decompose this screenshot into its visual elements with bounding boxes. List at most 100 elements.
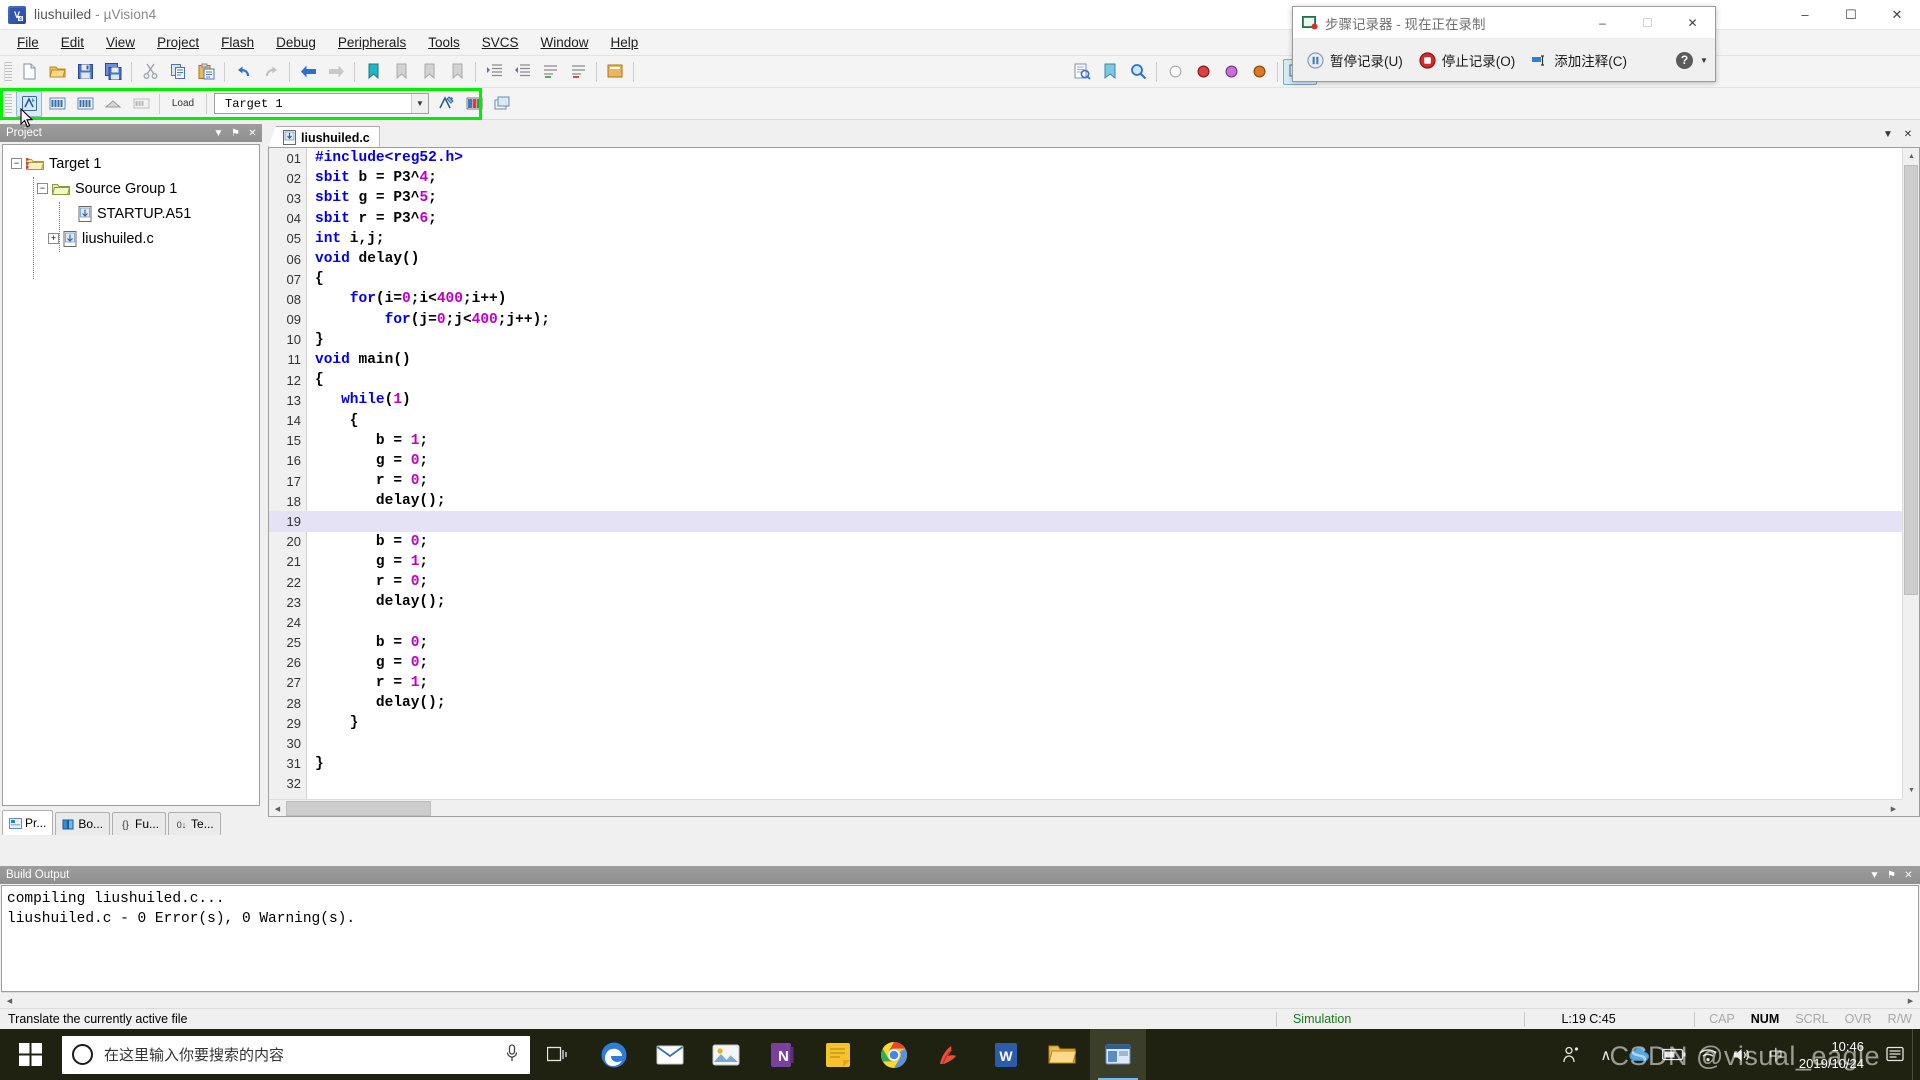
task-view-button[interactable] [530, 1029, 586, 1080]
minimize-button[interactable]: – [1782, 0, 1828, 30]
close-button[interactable]: ✕ [1874, 0, 1920, 30]
menu-file[interactable]: File [6, 32, 50, 53]
build-dropdown-icon[interactable]: ▼ [1867, 868, 1882, 883]
find-in-files-button[interactable] [1069, 59, 1095, 85]
outdent-button[interactable] [509, 59, 535, 85]
forward-button[interactable] [323, 59, 349, 85]
project-tree[interactable]: − Target 1 − Source Group 1 STARTUP.A51 … [2, 144, 260, 806]
find-button[interactable] [1125, 59, 1151, 85]
menu-flash[interactable]: Flash [210, 32, 265, 53]
editor-vertical-scrollbar[interactable]: ▲ ▼ [1902, 148, 1919, 799]
taskbar-app-file-explorer[interactable] [1034, 1029, 1090, 1080]
search-input[interactable]: 在这里输入你要搜索的内容 [62, 1035, 530, 1074]
tree-item-liushuiled-c[interactable]: + liushuiled.c [3, 226, 259, 251]
cut-button[interactable] [137, 59, 163, 85]
taskbar-app-photos[interactable] [698, 1029, 754, 1080]
action-center-icon[interactable] [1878, 1029, 1912, 1080]
maximize-button[interactable]: ☐ [1828, 0, 1874, 30]
copy-button[interactable] [165, 59, 191, 85]
recorder-caret-icon[interactable]: ▼ [1693, 39, 1715, 81]
vertical-scroll-thumb[interactable] [1904, 165, 1918, 595]
toolbar-grip[interactable] [4, 61, 12, 82]
expander-liushuiled-c[interactable]: + [48, 233, 59, 244]
indent-button[interactable] [481, 59, 507, 85]
recorder-close-button[interactable]: ✕ [1670, 7, 1715, 38]
scroll-left-icon[interactable]: ◀ [269, 800, 286, 816]
tab-functions[interactable]: {} Fu... [112, 812, 167, 835]
editor-horizontal-scrollbar[interactable]: ◀ ▶ [269, 799, 1902, 816]
new-file-button[interactable] [16, 59, 42, 85]
taskbar-app-edge[interactable] [586, 1029, 642, 1080]
expander-source-group1[interactable]: − [37, 183, 48, 194]
microphone-icon[interactable] [504, 1043, 520, 1067]
taskbar-app-keil-uvision[interactable] [1090, 1029, 1146, 1080]
pin-icon[interactable]: ⚑ [228, 126, 243, 141]
tree-item-source-group1[interactable]: − Source Group 1 [3, 176, 259, 201]
disable-all-breakpoints-button[interactable] [1246, 59, 1272, 85]
redo-button[interactable] [258, 59, 284, 85]
paste-button[interactable] [193, 59, 219, 85]
menu-project[interactable]: Project [146, 32, 210, 53]
volume-icon[interactable] [1725, 1029, 1759, 1080]
configure-button[interactable] [602, 59, 628, 85]
build-horizontal-scrollbar[interactable]: ◀ ▶ [1, 992, 1919, 1009]
horizontal-scroll-thumb[interactable] [286, 801, 431, 816]
save-all-button[interactable] [100, 59, 126, 85]
menu-svcs[interactable]: SVCS [471, 32, 530, 53]
scroll-right-icon[interactable]: ▶ [1885, 800, 1902, 816]
build-pin-icon[interactable]: ⚑ [1884, 868, 1899, 883]
bookmark-next-button[interactable] [388, 59, 414, 85]
battery-icon[interactable] [1657, 1029, 1691, 1080]
code-editor[interactable]: 01 #include<reg52.h> 02 sbit b = P3^4; 03 sbi… [268, 147, 1920, 817]
open-file-button[interactable] [44, 59, 70, 85]
start-button[interactable] [0, 1029, 60, 1080]
kill-breakpoints-button[interactable] [1190, 59, 1216, 85]
menu-edit[interactable]: Edit [50, 32, 95, 53]
stop-record-button[interactable]: 停止记录(O) [1411, 45, 1524, 75]
auto-hide-dropdown-icon[interactable]: ▼ [211, 126, 226, 141]
taskbar-app-sticky-notes[interactable] [810, 1029, 866, 1080]
manage-multiproject-button[interactable] [489, 91, 515, 117]
tab-templates[interactable]: 0↓ Te... [168, 812, 221, 835]
scroll-up-icon[interactable]: ▲ [1903, 148, 1919, 165]
taskbar-clock[interactable]: 10:46 2019/10/24 [1793, 1029, 1878, 1080]
insert-breakpoint-button[interactable] [1162, 59, 1188, 85]
build-scroll-right-icon[interactable]: ▶ [1902, 992, 1919, 1009]
menu-help[interactable]: Help [600, 32, 650, 53]
bookmark-toggle-button[interactable] [360, 59, 386, 85]
tab-liushuiled-c[interactable]: liushuiled.c [268, 126, 380, 148]
taskbar-app-chrome[interactable] [866, 1029, 922, 1080]
taskbar-app-wps-writer[interactable]: W [978, 1029, 1034, 1080]
build-close-icon[interactable]: ✕ [1901, 868, 1916, 883]
input-method-icon[interactable]: 中 [1759, 1029, 1793, 1080]
menu-window[interactable]: Window [529, 32, 599, 53]
expander-target1[interactable]: − [11, 158, 22, 169]
menu-peripherals[interactable]: Peripherals [327, 32, 417, 53]
onedrive-icon[interactable] [1623, 1029, 1657, 1080]
taskbar-app-music[interactable] [922, 1029, 978, 1080]
save-button[interactable] [72, 59, 98, 85]
bookmark-prev-button[interactable] [416, 59, 442, 85]
tree-item-target1[interactable]: − Target 1 [3, 151, 259, 176]
uncomment-button[interactable] [565, 59, 591, 85]
build-output-text[interactable]: compiling liushuiled.c... liushuiled.c -… [1, 885, 1919, 992]
wifi-icon[interactable] [1691, 1029, 1725, 1080]
recorder-maximize-button[interactable]: ☐ [1625, 7, 1670, 38]
pause-record-button[interactable]: 暂停记录(U) [1299, 45, 1411, 75]
show-hidden-icons-button[interactable]: ∧ [1589, 1029, 1623, 1080]
comment-button[interactable] [537, 59, 563, 85]
bookmark-clear-button[interactable] [444, 59, 470, 85]
close-panel-icon[interactable]: ✕ [245, 126, 260, 141]
back-button[interactable] [295, 59, 321, 85]
add-comment-button[interactable]: 添加注释(C) [1523, 45, 1635, 75]
undo-button[interactable] [230, 59, 256, 85]
tab-project[interactable]: Pr... [2, 810, 54, 835]
recorder-minimize-button[interactable]: – [1580, 7, 1625, 38]
help-icon[interactable]: ? [1676, 51, 1693, 69]
menu-view[interactable]: View [95, 32, 146, 53]
scroll-down-icon[interactable]: ▼ [1903, 782, 1919, 799]
disable-breakpoint-button[interactable] [1218, 59, 1244, 85]
tree-item-startup-a51[interactable]: STARTUP.A51 [3, 201, 259, 226]
people-icon[interactable] [1555, 1029, 1589, 1080]
menu-debug[interactable]: Debug [265, 32, 327, 53]
